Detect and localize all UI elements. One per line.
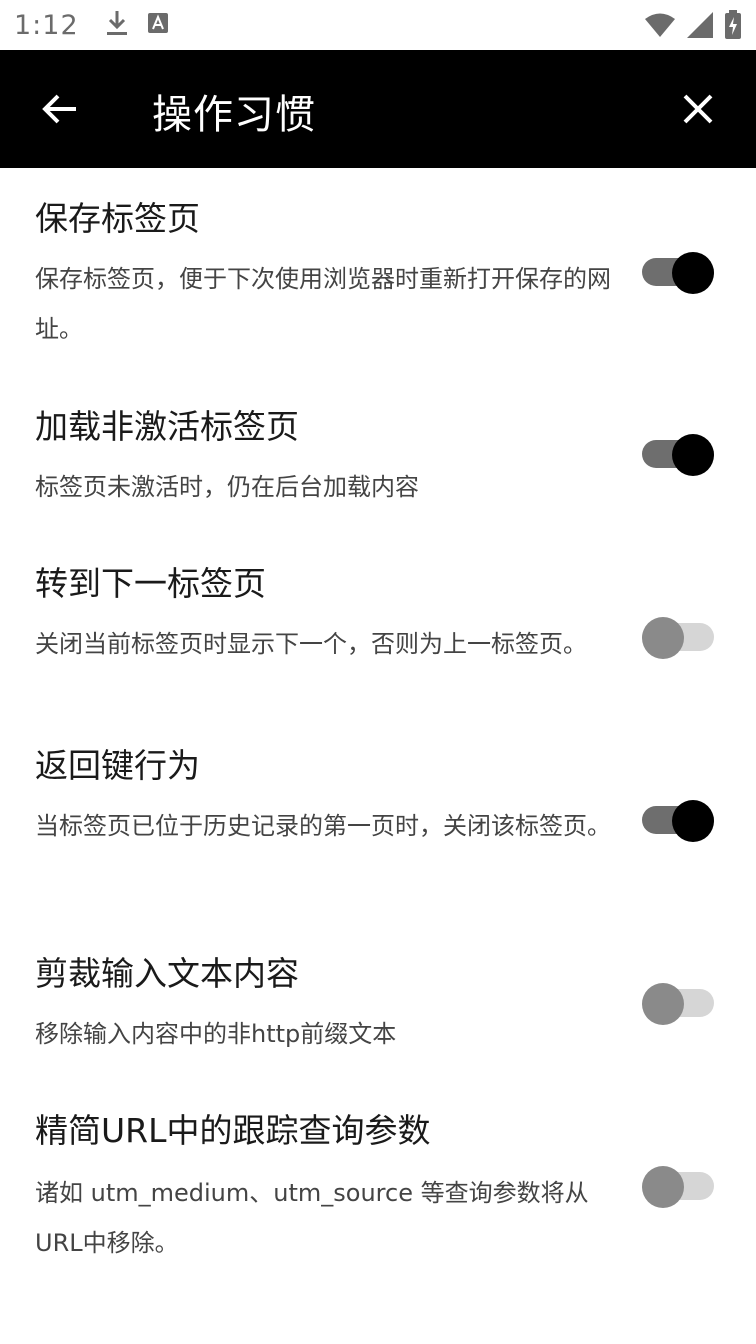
download-icon xyxy=(105,9,129,41)
setting-description: 保存标签页，便于下次使用浏览器时重新打开保存的网址。 xyxy=(35,265,611,343)
next-tab-toggle[interactable] xyxy=(642,617,714,659)
toggle-thumb xyxy=(672,434,714,476)
app-bar: 操作习惯 xyxy=(0,50,756,168)
toggle-thumb xyxy=(642,617,684,659)
signal-icon xyxy=(686,11,714,43)
status-bar: 1:12 xyxy=(0,0,756,50)
status-left-icons xyxy=(105,9,169,41)
back-key-behavior-toggle[interactable] xyxy=(642,800,714,842)
trim-input-text-toggle[interactable] xyxy=(642,983,714,1025)
setting-title: 返回键行为 xyxy=(35,746,200,785)
status-right-icons xyxy=(644,10,742,44)
setting-title: 加载非激活标签页 xyxy=(35,407,299,446)
setting-title: 转到下一标签页 xyxy=(35,564,266,603)
page-title: 操作习惯 xyxy=(152,92,316,138)
toggle-thumb xyxy=(672,800,714,842)
a-box-icon xyxy=(147,12,169,38)
setting-description: 当标签页已位于历史记录的第一页时，关闭该标签页。 xyxy=(35,812,611,840)
toggle-thumb xyxy=(642,983,684,1025)
setting-title: 保存标签页 xyxy=(35,199,200,238)
save-tabs-toggle[interactable] xyxy=(642,252,714,294)
setting-description: 标签页未激活时，仍在后台加载内容 xyxy=(35,473,419,501)
close-button[interactable] xyxy=(674,85,722,133)
setting-description: 诸如 utm_medium、utm_source 等查询参数将从URL中移除。 xyxy=(35,1179,589,1257)
toggle-thumb xyxy=(642,1166,684,1208)
toggle-thumb xyxy=(672,252,714,294)
setting-description: 关闭当前标签页时显示下一个，否则为上一标签页。 xyxy=(35,630,587,658)
status-time: 1:12 xyxy=(14,9,79,41)
setting-description: 移除输入内容中的非http前缀文本 xyxy=(35,1020,397,1048)
arrow-left-icon xyxy=(42,94,76,124)
setting-title: 剪裁输入文本内容 xyxy=(35,954,299,993)
load-inactive-tabs-toggle[interactable] xyxy=(642,434,714,476)
strip-tracking-params-toggle[interactable] xyxy=(642,1166,714,1208)
close-icon xyxy=(683,94,713,124)
settings-list: 保存标签页 保存标签页，便于下次使用浏览器时重新打开保存的网址。 加载非激活标签… xyxy=(0,168,756,1344)
battery-charging-icon xyxy=(724,10,742,44)
setting-title: 精简URL中的跟踪查询参数 xyxy=(35,1111,431,1150)
back-button[interactable] xyxy=(36,85,84,133)
wifi-icon xyxy=(644,12,676,42)
